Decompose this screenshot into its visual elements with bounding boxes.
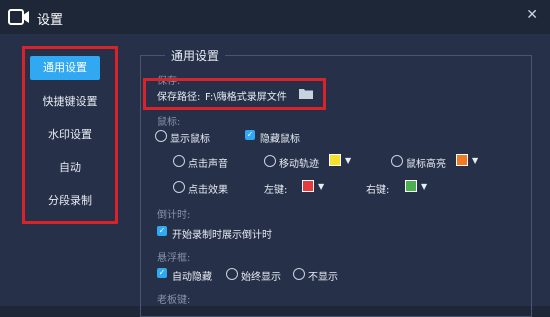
float-section-label: 悬浮框: bbox=[157, 253, 191, 264]
chevron-down-icon: ▼ bbox=[345, 155, 352, 165]
sidebar-item-segment-record[interactable]: 分段录制 bbox=[25, 189, 115, 213]
click-effect-radio[interactable] bbox=[173, 181, 185, 193]
countdown-option-label: 开始录制时展示倒计时 bbox=[172, 230, 272, 241]
save-path-label: 保存路径: bbox=[157, 92, 201, 103]
click-sound-radio[interactable] bbox=[173, 155, 185, 167]
title-bar: 设置 ✕ bbox=[0, 0, 550, 34]
mouse-highlight-label: 鼠标高亮 bbox=[406, 159, 446, 170]
sidebar-item-auto[interactable]: 自动 bbox=[25, 156, 115, 180]
always-show-radio[interactable] bbox=[226, 268, 238, 280]
click-sound-label: 点击声音 bbox=[188, 159, 228, 170]
hide-mouse-checkbox[interactable]: ✓ bbox=[245, 130, 255, 140]
window-title: 设置 bbox=[37, 13, 64, 28]
video-camera-icon bbox=[8, 9, 29, 25]
left-key-color-picker[interactable]: ▼ bbox=[302, 179, 324, 193]
left-key-label: 左键: bbox=[264, 185, 288, 196]
settings-sidebar: 通用设置 快捷键设置 水印设置 自动 分段录制 bbox=[22, 46, 118, 224]
no-show-label: 不显示 bbox=[308, 272, 338, 283]
move-track-swatch bbox=[329, 154, 341, 166]
right-key-swatch bbox=[405, 180, 417, 192]
right-key-color-picker[interactable]: ▼ bbox=[405, 179, 427, 193]
click-effect-label: 点击效果 bbox=[188, 185, 228, 196]
chevron-down-icon: ▼ bbox=[318, 181, 325, 191]
countdown-section-label: 倒计时: bbox=[157, 210, 191, 221]
right-key-label: 右键: bbox=[366, 185, 390, 196]
close-icon[interactable]: ✕ bbox=[526, 7, 538, 23]
move-track-color-picker[interactable]: ▼ bbox=[329, 153, 351, 167]
panel-title: 通用设置 bbox=[165, 47, 226, 64]
show-mouse-label: 显示鼠标 bbox=[170, 134, 210, 145]
sidebar-item-watermark[interactable]: 水印设置 bbox=[25, 123, 115, 147]
chevron-down-icon: ▼ bbox=[421, 181, 428, 191]
countdown-checkbox[interactable]: ✓ bbox=[157, 226, 167, 236]
chevron-down-icon: ▼ bbox=[472, 155, 479, 165]
left-key-swatch bbox=[302, 180, 314, 192]
show-mouse-radio[interactable] bbox=[155, 130, 167, 142]
save-path-value: F:\嗨格式录屏文件 bbox=[205, 92, 287, 103]
no-show-radio[interactable] bbox=[293, 268, 305, 280]
mouse-highlight-swatch bbox=[456, 154, 468, 166]
move-track-radio[interactable] bbox=[264, 155, 276, 167]
mouse-section-label: 鼠标: bbox=[157, 117, 181, 128]
folder-icon[interactable] bbox=[299, 88, 313, 99]
move-track-label: 移动轨迹 bbox=[279, 159, 319, 170]
sidebar-item-hotkeys[interactable]: 快捷键设置 bbox=[25, 90, 115, 114]
auto-hide-checkbox[interactable]: ✓ bbox=[157, 268, 167, 278]
mouse-highlight-radio[interactable] bbox=[391, 155, 403, 167]
mouse-highlight-color-picker[interactable]: ▼ bbox=[456, 153, 478, 167]
auto-hide-label: 自动隐藏 bbox=[172, 272, 212, 283]
always-show-label: 始终显示 bbox=[241, 272, 281, 283]
boss-key-section-label: 老板键: bbox=[157, 295, 191, 306]
hide-mouse-label: 隐藏鼠标 bbox=[260, 134, 300, 145]
sidebar-item-general[interactable]: 通用设置 bbox=[30, 56, 100, 80]
